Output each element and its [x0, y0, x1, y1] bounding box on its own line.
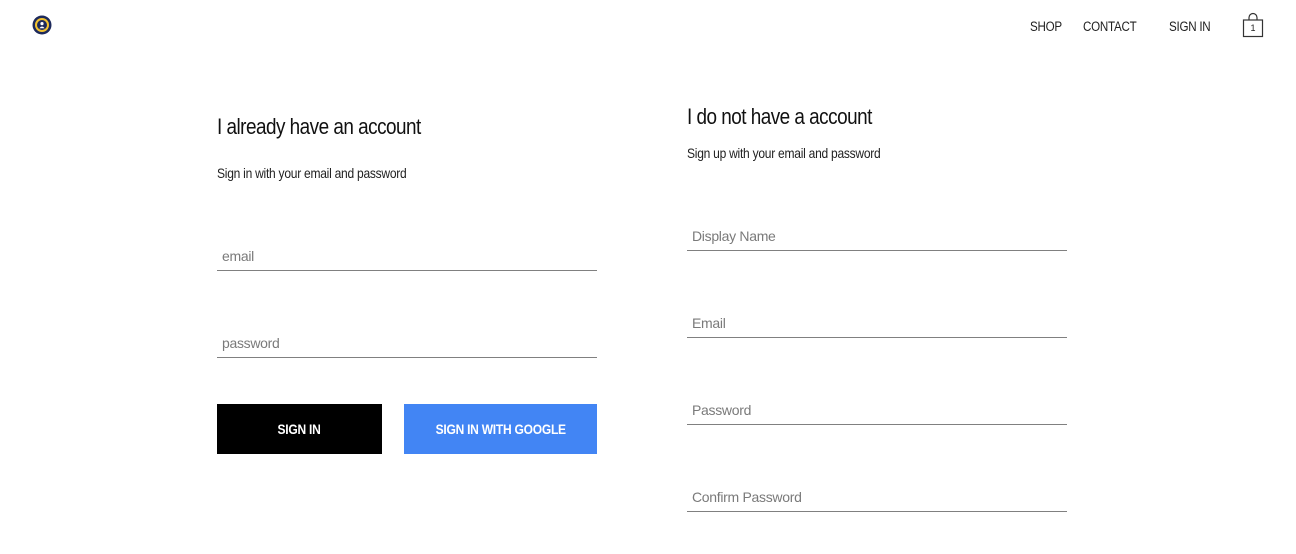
- sign-in-subtitle: Sign in with your email and password: [217, 165, 407, 181]
- sign-in-email-input[interactable]: [217, 241, 597, 271]
- sign-up-email-input[interactable]: [687, 308, 1067, 338]
- sign-up-password-input[interactable]: [687, 395, 1067, 425]
- sign-up-subtitle: Sign up with your email and password: [687, 145, 881, 161]
- nav-sign-in-link[interactable]: SIGN IN: [1169, 19, 1211, 34]
- crown-logo-icon[interactable]: [32, 15, 52, 35]
- sign-in-button[interactable]: SIGN IN: [217, 404, 382, 454]
- nav-shop-link[interactable]: SHOP: [1030, 19, 1062, 34]
- top-header: SHOP CONTACT SIGN IN 1: [0, 0, 1296, 50]
- sign-up-title: I do not have a account: [687, 104, 872, 129]
- nav-contact-link[interactable]: CONTACT: [1083, 19, 1137, 34]
- sign-in-title: I already have an account: [217, 114, 421, 139]
- cart-button[interactable]: 1: [1242, 12, 1264, 38]
- cart-item-count: 1: [1250, 23, 1256, 33]
- google-button-label: SIGN IN WITH GOOGLE: [435, 421, 566, 437]
- confirm-password-input[interactable]: [687, 482, 1067, 512]
- display-name-input[interactable]: [687, 221, 1067, 251]
- sign-in-button-label: SIGN IN: [277, 421, 322, 437]
- sign-in-password-input[interactable]: [217, 328, 597, 358]
- sign-in-with-google-button[interactable]: SIGN IN WITH GOOGLE: [404, 404, 597, 454]
